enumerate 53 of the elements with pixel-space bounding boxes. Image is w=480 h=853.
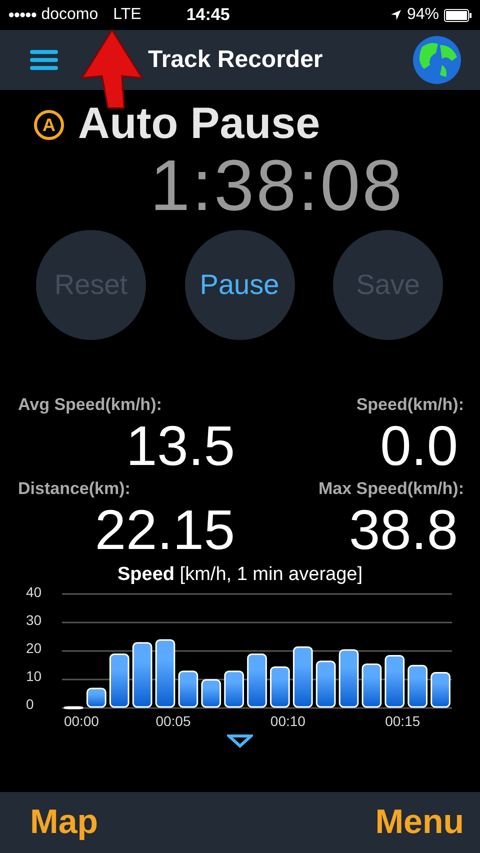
- axis-label: 30: [26, 612, 42, 628]
- stat-label: Distance(km):: [18, 478, 132, 499]
- speed-bar: [132, 642, 152, 708]
- location-arrow-icon: [390, 9, 402, 21]
- stat-label: Max Speed(km/h):: [318, 478, 464, 499]
- menu-icon: [30, 50, 58, 70]
- axis-label: 00:00: [64, 713, 99, 730]
- axis-label: 0: [26, 696, 35, 712]
- chart-title: Speed [km/h, 1 min average]: [116, 564, 364, 586]
- network-type: LTE: [113, 6, 142, 24]
- stat-label: Avg Speed(km/h):: [18, 395, 163, 415]
- axis-label: 10: [26, 668, 42, 684]
- speed-bar: [200, 679, 221, 708]
- stat-value: 22.15: [94, 498, 236, 560]
- auto-pause-label: Auto Pause: [78, 100, 320, 148]
- speed-bar: [361, 664, 382, 708]
- speed-bar: [338, 649, 358, 708]
- round-button[interactable]: Pause: [184, 230, 294, 340]
- elapsed-time: 1:38:08: [150, 146, 404, 226]
- speed-bar: [86, 688, 106, 708]
- axis-label: 00:15: [384, 713, 420, 730]
- stat-value: 0.0: [380, 415, 459, 477]
- clock-time: 14:45: [186, 5, 230, 25]
- menu-text-button[interactable]: Menu: [375, 803, 464, 842]
- stat-value: 38.8: [349, 498, 459, 560]
- axis-label: 40: [26, 584, 42, 600]
- screen-title: Track Recorder: [148, 46, 324, 74]
- speed-bar: [430, 672, 450, 708]
- speed-bar: [270, 666, 290, 708]
- speed-bar: [315, 660, 336, 708]
- stat-value: 13.5: [126, 415, 236, 477]
- speed-bar: [178, 670, 198, 708]
- speed-bar: [224, 670, 244, 708]
- auto-badge: A: [34, 110, 64, 140]
- axis-label: 20: [26, 640, 42, 656]
- menu-button[interactable]: [30, 50, 58, 70]
- speed-bar: [154, 639, 175, 708]
- axis-label: 00:10: [270, 713, 306, 730]
- expand-triangle-icon[interactable]: [227, 734, 253, 748]
- speed-bar: [407, 665, 428, 708]
- carrier-name: docomo: [41, 6, 98, 24]
- stat-label: Speed(km/h):: [356, 395, 464, 415]
- speed-bar: [63, 706, 83, 710]
- speed-bar: [292, 646, 312, 708]
- speed-bar: [246, 654, 266, 708]
- battery-icon: [444, 8, 472, 22]
- speed-bar: [384, 655, 404, 708]
- speed-bar: [109, 654, 129, 708]
- globe-icon[interactable]: [412, 35, 462, 85]
- signal-dots: ●●●●●: [8, 9, 36, 21]
- battery-percent: 94%: [406, 6, 439, 24]
- axis-label: 00:05: [155, 713, 190, 730]
- map-button[interactable]: Map: [30, 803, 98, 842]
